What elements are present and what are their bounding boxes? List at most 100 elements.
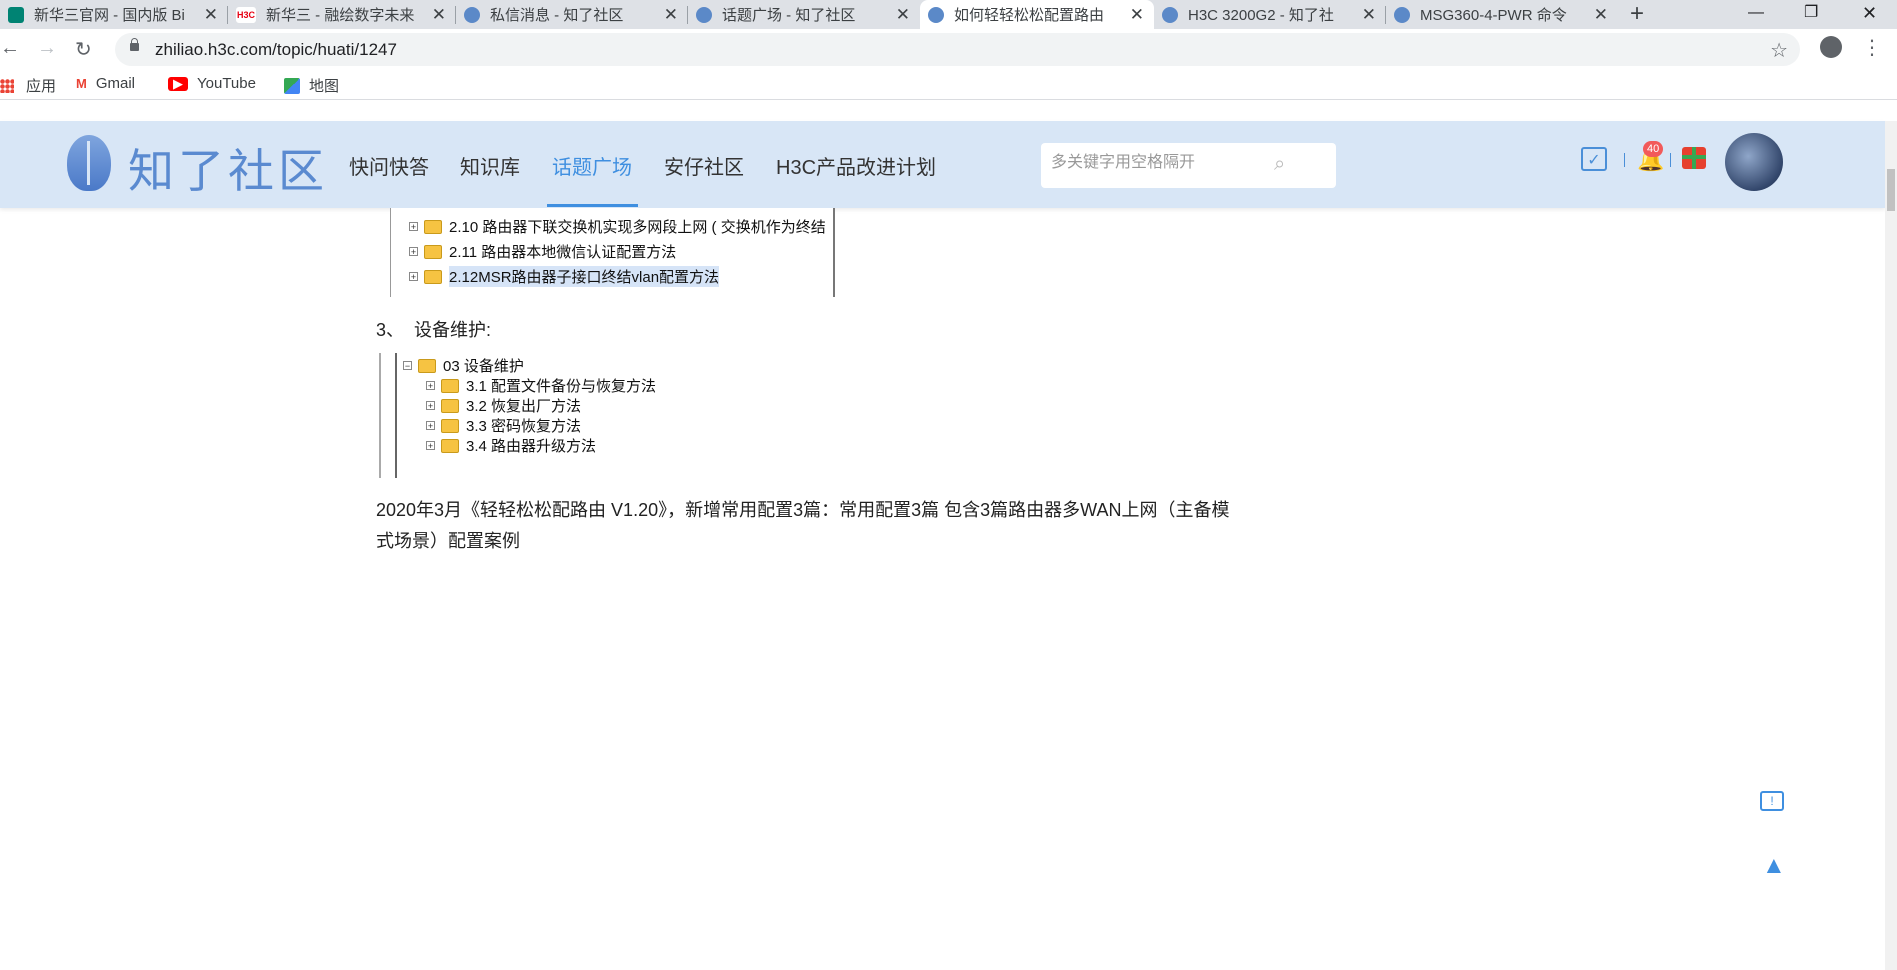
active-nav-underline — [547, 204, 638, 207]
tree-label: 3.4 路由器升级方法 — [466, 438, 597, 455]
expand-icon: + — [409, 247, 418, 257]
avatar[interactable] — [1725, 133, 1783, 191]
tab-title: 私信消息 - 知了社区 — [490, 7, 624, 24]
folder-icon — [424, 244, 442, 259]
tree-label: 2.12MSR路由器子接口终结vlan配置方法 — [449, 266, 720, 287]
bookmark-maps[interactable]: 地图 — [284, 75, 339, 96]
bookmark-label: 地图 — [309, 78, 340, 95]
bing-icon — [8, 6, 24, 23]
bookmarks-bar: 应用 M Gmail ▶ YouTube 地图 — [0, 70, 1897, 100]
tree-label: 3.2 恢复出厂方法 — [466, 398, 582, 415]
browser-tab-active[interactable]: 如何轻轻松松配置路由 ✕ — [920, 0, 1154, 29]
expand-icon: + — [426, 401, 435, 411]
tree-label: 2.10 路由器下联交换机实现多网段上网 ( 交换机作为终结 — [449, 219, 826, 236]
bookmark-label: YouTube — [197, 75, 256, 92]
expand-icon: + — [409, 272, 418, 282]
url-text[interactable]: zhiliao.h3c.com/topic/huati/1247 — [155, 40, 397, 60]
divider — [1624, 153, 1625, 167]
gift-icon[interactable] — [1682, 147, 1706, 169]
bookmark-apps[interactable]: 应用 — [0, 75, 56, 96]
bookmark-label: 应用 — [26, 78, 57, 95]
nav-item-h3c-improvement[interactable]: H3C产品改进计划 — [776, 151, 936, 180]
zhiliao-icon — [464, 6, 480, 23]
notification-badge: 40 — [1643, 141, 1664, 157]
folder-icon — [441, 418, 459, 433]
tree-item: + 3.3 密码恢复方法 — [426, 415, 581, 436]
tree-item: + 2.11 路由器本地微信认证配置方法 — [409, 241, 676, 262]
expand-icon: + — [409, 222, 418, 232]
cicada-logo-icon[interactable] — [67, 135, 111, 191]
address-bar[interactable]: zhiliao.h3c.com/topic/huati/1247 ☆ — [115, 33, 1800, 66]
youtube-icon: ▶ — [168, 76, 188, 91]
browser-tab[interactable]: MSG360-4-PWR 命令 ✕ — [1386, 0, 1618, 29]
browser-toolbar: ← → ↻ zhiliao.h3c.com/topic/huati/1247 ☆… — [0, 29, 1897, 70]
bookmark-star-icon[interactable]: ☆ — [1770, 38, 1788, 63]
collapse-icon: − — [403, 361, 412, 371]
scrollbar[interactable] — [1885, 121, 1897, 970]
search-icon[interactable]: ⌕ — [1274, 153, 1285, 176]
new-tab-button[interactable]: + — [1630, 0, 1644, 29]
close-icon[interactable]: ✕ — [432, 5, 446, 25]
browser-tab-strip: 新华三官网 - 国内版 Bi ✕ H3C 新华三 - 融绘数字未来 ✕ 私信消息… — [0, 0, 1897, 29]
browser-tab[interactable]: H3C 3200G2 - 知了社 ✕ — [1154, 0, 1386, 29]
close-icon[interactable]: ✕ — [1594, 5, 1608, 25]
tree-item: + 3.1 配置文件备份与恢复方法 — [426, 375, 656, 396]
zhiliao-icon — [1394, 6, 1410, 23]
maximize-button[interactable]: ❐ — [1804, 0, 1818, 29]
zhiliao-icon — [1162, 6, 1178, 23]
tab-title: 如何轻轻松松配置路由 — [954, 7, 1105, 24]
feedback-icon[interactable]: ! — [1760, 791, 1784, 811]
close-icon[interactable]: ✕ — [896, 5, 910, 25]
bookmark-gmail[interactable]: M Gmail — [76, 75, 135, 92]
profile-icon[interactable] — [1820, 36, 1842, 58]
back-to-top-icon[interactable]: ▲ — [1762, 852, 1786, 880]
section-heading: 3、 设备维护: — [376, 316, 491, 342]
apps-grid-icon — [0, 78, 14, 93]
browser-tab[interactable]: 话题广场 - 知了社区 ✕ — [688, 0, 920, 29]
expand-icon: + — [426, 381, 435, 391]
nav-item-topics[interactable]: 话题广场 — [552, 151, 632, 180]
forward-button[interactable]: → — [37, 37, 57, 60]
nav-item-anzai-community[interactable]: 安仔社区 — [664, 151, 744, 180]
site-search: ⌕ — [1041, 143, 1336, 188]
article-paragraph: 2020年3月《轻轻松松配路由 V1.20》，新增常用配置3篇：常用配置3篇 包… — [376, 500, 1230, 551]
site-logo-text[interactable]: 知了社区 — [128, 135, 328, 201]
tree-item: + 3.2 恢复出厂方法 — [426, 395, 581, 416]
zhiliao-icon — [928, 6, 944, 23]
close-window-button[interactable]: ✕ — [1862, 0, 1877, 29]
browser-tab[interactable]: 私信消息 - 知了社区 ✕ — [456, 0, 688, 29]
close-icon[interactable]: ✕ — [1130, 5, 1144, 25]
nav-item-quick-qa[interactable]: 快问快答 — [349, 151, 429, 180]
expand-icon: + — [426, 441, 435, 451]
nav-item-knowledge[interactable]: 知识库 — [460, 151, 520, 180]
close-icon[interactable]: ✕ — [204, 5, 218, 25]
maps-icon — [284, 77, 300, 94]
scrollbar-thumb[interactable] — [1887, 169, 1895, 211]
tree-item: + 3.4 路由器升级方法 — [426, 435, 596, 456]
minimize-button[interactable]: — — [1748, 0, 1764, 29]
expand-icon: + — [426, 421, 435, 431]
bookmark-label: Gmail — [95, 75, 136, 92]
calendar-check-icon[interactable]: ✓ — [1581, 147, 1607, 171]
close-icon[interactable]: ✕ — [1362, 5, 1376, 25]
browser-tab[interactable]: 新华三官网 - 国内版 Bi ✕ — [0, 0, 228, 29]
h3c-icon: H3C — [236, 6, 256, 23]
browser-tab[interactable]: H3C 新华三 - 融绘数字未来 ✕ — [228, 0, 456, 29]
zhiliao-icon — [696, 6, 712, 23]
back-button[interactable]: ← — [0, 37, 20, 60]
tab-title: 新华三官网 - 国内版 Bi — [34, 7, 185, 24]
folder-icon — [424, 269, 442, 284]
tab-title: 话题广场 - 知了社区 — [722, 7, 856, 24]
close-icon[interactable]: ✕ — [664, 5, 678, 25]
bookmark-youtube[interactable]: ▶ YouTube — [168, 75, 256, 92]
reload-button[interactable]: ↻ — [75, 37, 92, 62]
search-input[interactable] — [1049, 153, 1273, 173]
menu-icon[interactable]: ⋮ — [1862, 35, 1882, 60]
gmail-icon: M — [76, 76, 87, 91]
folder-icon — [441, 398, 459, 413]
folder-icon — [424, 219, 442, 234]
tree-item-selected: + 2.12MSR路由器子接口终结vlan配置方法 — [409, 266, 720, 287]
step-number: 3、 — [376, 320, 405, 340]
step-label: 设备维护: — [414, 320, 492, 340]
divider — [1670, 153, 1671, 167]
